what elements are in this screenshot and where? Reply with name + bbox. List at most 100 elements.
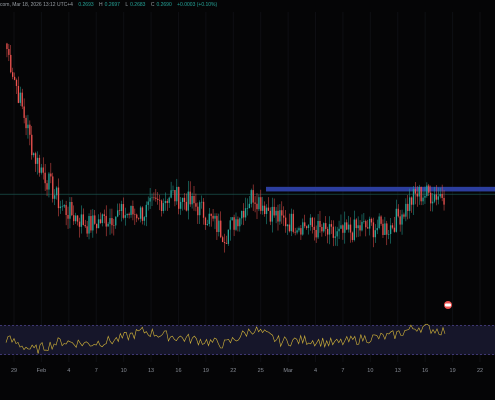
candle-body <box>399 216 401 225</box>
candle-body <box>376 228 378 231</box>
candle-body <box>370 218 373 223</box>
time-axis-label: 7 <box>341 368 344 374</box>
candle-body <box>332 226 335 238</box>
candle-body <box>78 221 81 227</box>
candle-body <box>422 197 424 202</box>
resistance-zone[interactable] <box>266 186 495 192</box>
candle-body <box>44 172 46 184</box>
candle-body <box>113 225 115 226</box>
candle-body <box>233 217 235 230</box>
candle-body <box>95 223 98 229</box>
candle-body <box>27 124 29 129</box>
candle-body <box>357 225 359 229</box>
candle-body <box>42 167 44 173</box>
candle-body <box>221 237 224 243</box>
candle-body <box>57 187 60 209</box>
candle-body <box>391 225 394 228</box>
candle-body <box>313 226 315 230</box>
time-axis-label: 16 <box>422 368 428 374</box>
candle-body <box>19 92 21 103</box>
candle-body <box>363 221 365 222</box>
candle-body <box>185 201 188 211</box>
candle-body <box>80 214 83 227</box>
candle-body <box>109 218 111 224</box>
candle-body <box>50 173 52 177</box>
time-axis-label: 19 <box>450 368 456 374</box>
candle-body <box>431 201 434 204</box>
time-axis[interactable]: 29 Feb 4 7 10 13 16 19 22 25 Mar 4 7 10 13 16 19 22 <box>11 368 483 374</box>
candle-body <box>346 222 348 230</box>
candle-body <box>189 191 191 205</box>
candle-body <box>277 210 279 222</box>
candle-body <box>260 197 262 211</box>
candle-body <box>361 221 363 231</box>
candle-body <box>130 205 132 215</box>
candle-body <box>210 213 212 216</box>
candle-body <box>244 208 247 218</box>
candle-body <box>267 207 270 211</box>
candle-body <box>172 189 174 191</box>
candle-body <box>420 186 422 202</box>
candle-body <box>23 106 25 118</box>
candle-body <box>13 76 16 80</box>
candle-body <box>227 229 230 244</box>
candle-body <box>141 207 144 221</box>
price-chart-canvas[interactable]: 29 Feb 4 7 10 13 16 19 22 25 Mar 4 7 10 13 16 19 22 <box>0 0 495 400</box>
time-axis-label: 13 <box>148 368 154 374</box>
candle-body <box>433 194 436 202</box>
candle-body <box>202 201 205 218</box>
candle-body <box>15 79 18 86</box>
candle-body <box>365 221 367 228</box>
time-axis-label: Mar <box>283 368 293 374</box>
candle-body <box>288 224 291 232</box>
candle-body <box>359 225 361 231</box>
candle-body <box>349 224 352 233</box>
candle-body <box>409 197 411 211</box>
candle-body <box>82 214 84 225</box>
candle-body <box>147 201 149 205</box>
candle-body <box>105 215 107 227</box>
candle-body <box>52 176 54 199</box>
candle-body <box>122 204 125 218</box>
time-axis-label: 22 <box>477 368 483 374</box>
candle-body <box>220 220 222 238</box>
candle-body <box>128 213 130 215</box>
candle-body <box>355 219 357 229</box>
candle-body <box>439 193 441 197</box>
candle-body <box>290 213 293 232</box>
candle-body <box>200 201 203 203</box>
indicator-alert-icon[interactable] <box>444 301 452 309</box>
candle-body <box>286 224 289 227</box>
candle-body <box>206 224 209 225</box>
candle-body <box>269 210 272 222</box>
candle-body <box>54 195 56 199</box>
time-axis-label: 22 <box>230 368 236 374</box>
candle-body <box>143 217 146 221</box>
candle-body <box>353 219 356 240</box>
candle-body <box>424 196 426 198</box>
candle-body <box>410 197 413 205</box>
candle-body <box>46 183 48 190</box>
candles-layer <box>6 42 445 253</box>
time-axis-label: 4 <box>314 368 317 374</box>
candle-body <box>48 173 50 190</box>
candle-body <box>246 208 249 209</box>
candle-body <box>197 206 199 216</box>
candle-body <box>225 242 228 244</box>
candle-body <box>212 215 214 219</box>
candle-body <box>242 210 245 218</box>
candle-body <box>86 226 88 234</box>
candle-body <box>441 193 443 198</box>
candle-body <box>258 197 260 210</box>
time-axis-label: 19 <box>203 368 209 374</box>
candle-body <box>351 232 354 240</box>
candle-body <box>284 217 287 227</box>
candle-body <box>97 219 100 229</box>
candle-body <box>372 222 375 238</box>
candle-body <box>12 72 14 77</box>
candle-body <box>380 216 382 224</box>
candle-body <box>298 228 300 231</box>
candle-body <box>279 210 281 222</box>
time-axis-label: Feb <box>37 368 46 374</box>
time-axis-label: 10 <box>121 368 127 374</box>
